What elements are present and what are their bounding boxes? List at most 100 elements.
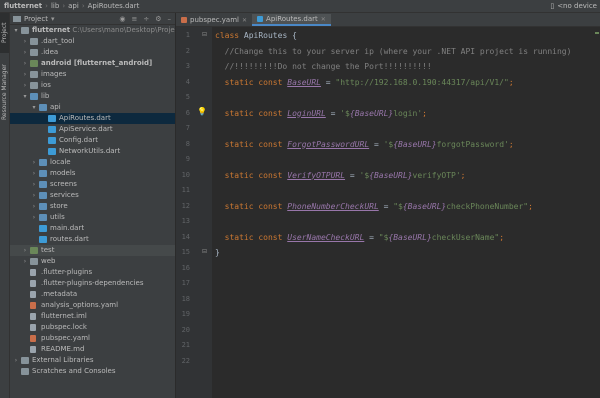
tree-item[interactable]: Scratches and Consoles <box>10 366 175 377</box>
tree-item[interactable]: › screens <box>10 179 175 190</box>
dart-file-icon <box>48 115 56 122</box>
tree-item-label: images <box>41 69 66 80</box>
tree-item[interactable]: routes.dart <box>10 234 175 245</box>
tree-item[interactable]: › store <box>10 201 175 212</box>
line-number: 13 <box>181 217 190 225</box>
chevron-right-icon[interactable]: › <box>22 80 28 91</box>
tree-item[interactable]: › models <box>10 168 175 179</box>
code-token: '$ <box>383 139 394 149</box>
tree-item[interactable]: › .dart_tool <box>10 36 175 47</box>
code-area[interactable]: 💡 class ApiRoutes { //Change this to you… <box>197 27 600 398</box>
tree-item[interactable]: pubspec.lock <box>10 322 175 333</box>
chevron-right-icon[interactable]: › <box>22 58 28 69</box>
fold-icon[interactable]: ⊟ <box>202 31 207 38</box>
tree-item[interactable]: ApiRoutes.dart <box>10 113 175 124</box>
code-token: static const <box>215 108 288 118</box>
folder-icon <box>30 247 38 254</box>
tree-item[interactable]: › External Libraries <box>10 355 175 366</box>
minimize-icon[interactable]: – <box>168 15 172 23</box>
code-token: static const <box>215 232 288 242</box>
line-number: 15 <box>181 248 190 256</box>
tree-item[interactable]: flutternet.iml <box>10 311 175 322</box>
tree-item[interactable]: › locale <box>10 157 175 168</box>
tree-item[interactable]: Config.dart <box>10 135 175 146</box>
chevron-right-icon[interactable]: › <box>31 212 37 223</box>
collapse-all-icon[interactable]: ≡ <box>131 15 137 23</box>
tree-item[interactable]: NetworkUtils.dart <box>10 146 175 157</box>
chevron-right-icon[interactable]: › <box>31 201 37 212</box>
folder-icon <box>30 93 38 100</box>
tree-item[interactable]: › services <box>10 190 175 201</box>
fold-icon[interactable]: ⊟ <box>202 248 207 255</box>
chevron-right-icon[interactable]: › <box>22 69 28 80</box>
tree-item[interactable]: › test <box>10 245 175 256</box>
chevron-right-icon[interactable]: › <box>31 179 37 190</box>
close-icon[interactable]: ✕ <box>242 17 247 24</box>
tree-item[interactable]: › web <box>10 256 175 267</box>
expand-all-icon[interactable]: ÷ <box>143 15 149 23</box>
tree-item[interactable]: › ios <box>10 80 175 91</box>
tree-item[interactable]: ApiService.dart <box>10 124 175 135</box>
editor-tab[interactable]: pubspec.yaml ✕ <box>176 14 252 26</box>
code-token: checkUserName" <box>431 232 500 242</box>
tree-item-label: store <box>50 201 68 212</box>
tree-item[interactable]: main.dart <box>10 223 175 234</box>
tab-resource-manager[interactable]: Resource Manager <box>0 57 9 127</box>
tree-item[interactable]: .flutter-plugins-dependencies <box>10 278 175 289</box>
chevron-right-icon[interactable]: › <box>31 168 37 179</box>
chevron-right-icon[interactable]: › <box>22 245 28 256</box>
tree-item[interactable]: ▾ api <box>10 102 175 113</box>
project-view-selector[interactable]: Project <box>24 15 48 23</box>
chevron-down-icon[interactable]: ▾ <box>13 25 19 36</box>
code-token: {BaseURL} <box>402 201 447 211</box>
chevron-right-icon[interactable]: › <box>13 355 19 366</box>
breadcrumb: flutternet › lib › api › ApiRoutes.dart <box>0 2 142 10</box>
tree-item[interactable]: › android [flutternet_android] <box>10 58 175 69</box>
tree-item[interactable]: analysis_options.yaml <box>10 300 175 311</box>
tree-item-label: .flutter-plugins <box>41 267 92 278</box>
breadcrumb-item[interactable]: api <box>68 2 79 10</box>
code-token: static const <box>215 170 288 180</box>
chevron-right-icon[interactable]: › <box>22 256 28 267</box>
chevron-down-icon[interactable]: ▾ <box>51 15 55 23</box>
line-number: 8 <box>185 139 190 148</box>
device-selector[interactable]: ▯ <no device <box>550 0 600 12</box>
yaml-file-icon <box>30 302 36 309</box>
tree-item-label: README.md <box>41 344 84 355</box>
tree-item[interactable]: › .idea <box>10 47 175 58</box>
breadcrumb-item[interactable]: lib <box>51 2 59 10</box>
code-line: static const ForgotPasswordURL = '${Base… <box>215 140 514 149</box>
tree-item-text: analysis_options.yaml <box>41 301 119 309</box>
close-icon[interactable]: ✕ <box>321 16 326 23</box>
editor-tabs: pubspec.yaml ✕ ApiRoutes.dart ✕ <box>176 13 600 27</box>
tree-item[interactable]: pubspec.yaml <box>10 333 175 344</box>
locate-icon[interactable]: ◉ <box>119 15 125 23</box>
chevron-right-icon[interactable]: › <box>31 157 37 168</box>
tree-item[interactable]: ▾ lib <box>10 91 175 102</box>
editor-tab[interactable]: ApiRoutes.dart ✕ <box>252 14 331 26</box>
tree-item[interactable]: › utils <box>10 212 175 223</box>
breadcrumb-item[interactable]: ApiRoutes.dart <box>88 2 140 10</box>
tab-project[interactable]: Project <box>0 13 9 53</box>
tree-item[interactable]: › images <box>10 69 175 80</box>
tree-item-text: ApiService.dart <box>59 125 113 133</box>
folder-icon <box>30 38 38 45</box>
chevron-down-icon[interactable]: ▾ <box>31 102 37 113</box>
tree-item-label: External Libraries <box>32 355 94 366</box>
chevron-right-icon[interactable]: › <box>22 36 28 47</box>
tree-item[interactable]: ▾ flutternet C:\Users\mano\Desktop\Projec… <box>10 25 175 36</box>
folder-icon <box>21 357 29 364</box>
code-token: = <box>369 139 384 149</box>
tree-item[interactable]: .metadata <box>10 289 175 300</box>
breadcrumb-item[interactable]: flutternet <box>4 2 42 10</box>
dart-file-icon <box>48 148 56 155</box>
chevron-down-icon[interactable]: ▾ <box>22 91 28 102</box>
tree-item-text: Scratches and Consoles <box>32 367 116 375</box>
tree-item[interactable]: .flutter-plugins <box>10 267 175 278</box>
lightbulb-icon[interactable]: 💡 <box>197 107 207 116</box>
chevron-right-icon[interactable]: › <box>31 190 37 201</box>
editor: pubspec.yaml ✕ ApiRoutes.dart ✕ 1 2 3 4 5 6 7 8 9 10… <box>176 13 600 398</box>
tree-item[interactable]: README.md <box>10 344 175 355</box>
gear-icon[interactable]: ⚙ <box>155 15 161 23</box>
chevron-right-icon[interactable]: › <box>22 47 28 58</box>
